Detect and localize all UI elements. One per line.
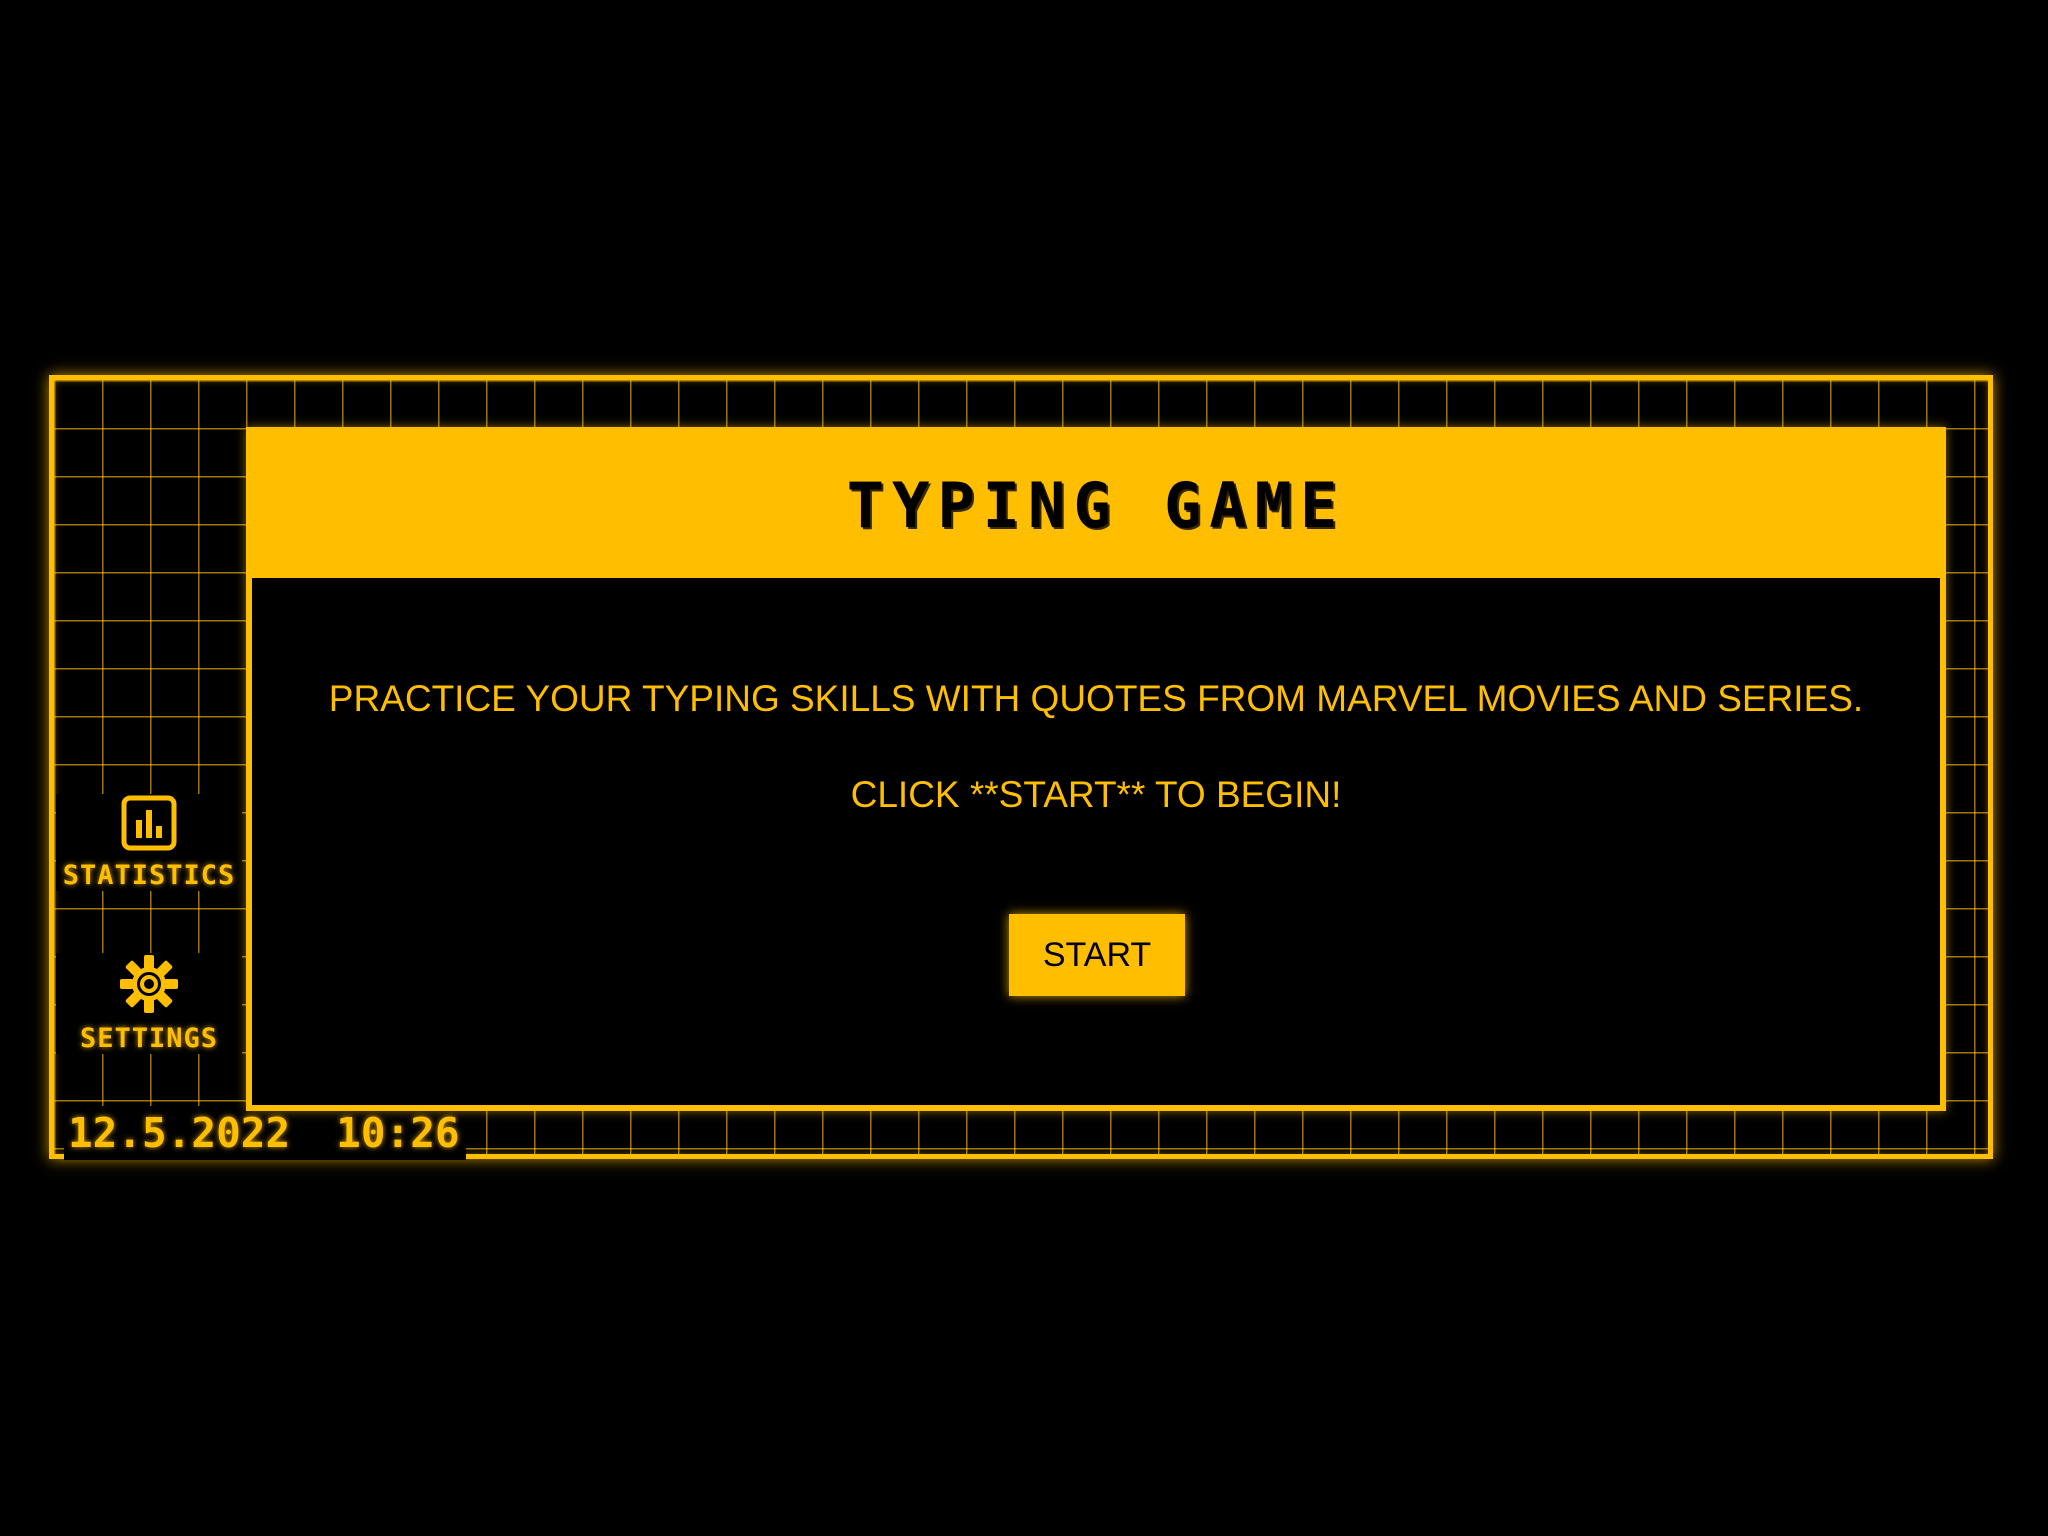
bar-chart-icon [121, 795, 177, 851]
game-panel: TYPING GAME PRACTICE YOUR TYPING SKILLS … [246, 427, 1946, 1111]
gear-icon [120, 955, 178, 1013]
statistics-button[interactable]: STATISTICS [56, 794, 242, 891]
game-title: TYPING GAME [846, 469, 1346, 542]
panel-header: TYPING GAME [252, 433, 1940, 578]
settings-label: SETTINGS [79, 1023, 219, 1054]
time-text: 10:26 [336, 1109, 460, 1157]
date-text: 12.5.2022 [68, 1109, 291, 1157]
instruction-text: CLICK **START** TO BEGIN! [850, 774, 1342, 815]
settings-button[interactable]: SETTINGS [56, 953, 242, 1054]
datetime-display: 12.5.2022 10:26 [64, 1106, 466, 1160]
description-text: PRACTICE YOUR TYPING SKILLS WITH QUOTES … [328, 678, 1864, 719]
statistics-label: STATISTICS [62, 860, 236, 891]
start-button[interactable]: START [1009, 914, 1185, 996]
